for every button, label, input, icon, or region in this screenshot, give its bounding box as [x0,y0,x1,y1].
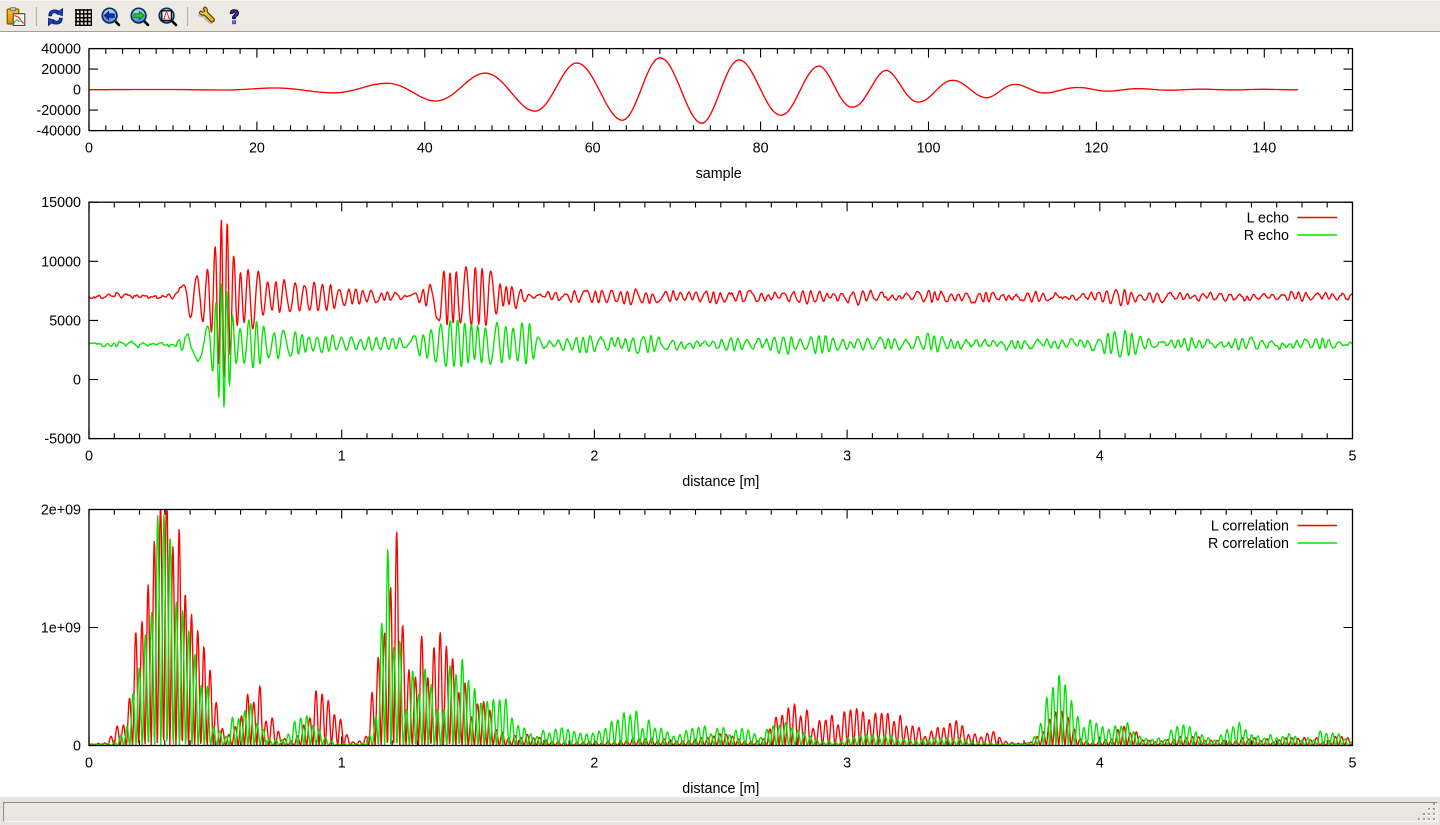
svg-text:distance [m]: distance [m] [682,781,759,797]
svg-text:sample: sample [696,166,742,182]
svg-text:100: 100 [917,141,941,157]
svg-text:0: 0 [85,141,93,157]
svg-text:0: 0 [73,83,81,99]
svg-text:140: 140 [1252,141,1276,157]
svg-text:5: 5 [1349,448,1357,464]
svg-text:3: 3 [843,448,851,464]
svg-text:3: 3 [843,755,851,771]
svg-text:20000: 20000 [41,62,81,78]
svg-text:15000: 15000 [41,195,81,211]
svg-text:120: 120 [1084,141,1108,157]
svg-text:80: 80 [753,141,769,157]
svg-text:60: 60 [585,141,601,157]
svg-text:2e+09: 2e+09 [41,503,81,519]
svg-text:4: 4 [1096,755,1104,771]
svg-text:1e+09: 1e+09 [41,621,81,637]
svg-text:1: 1 [338,755,346,771]
svg-text:L echo: L echo [1247,211,1289,227]
svg-text:0: 0 [85,755,93,771]
svg-text:R correlation: R correlation [1208,536,1289,552]
svg-text:4: 4 [1096,448,1104,464]
svg-text:0: 0 [73,739,81,755]
svg-text:2: 2 [590,755,598,771]
svg-text:-5000: -5000 [44,432,81,448]
svg-text:L correlation: L correlation [1211,519,1289,535]
svg-text:0: 0 [85,448,93,464]
svg-text:-40000: -40000 [36,124,81,140]
svg-text:R echo: R echo [1244,228,1289,244]
svg-text:distance [m]: distance [m] [682,474,759,490]
svg-text:-20000: -20000 [36,103,81,119]
svg-text:2: 2 [590,448,598,464]
svg-text:1: 1 [338,448,346,464]
svg-text:0: 0 [73,373,81,389]
svg-text:20: 20 [249,141,265,157]
svg-text:5: 5 [1349,755,1357,771]
svg-text:40000: 40000 [41,42,81,58]
svg-text:10000: 10000 [41,254,81,270]
svg-text:5000: 5000 [49,313,81,329]
svg-text:40: 40 [417,141,433,157]
